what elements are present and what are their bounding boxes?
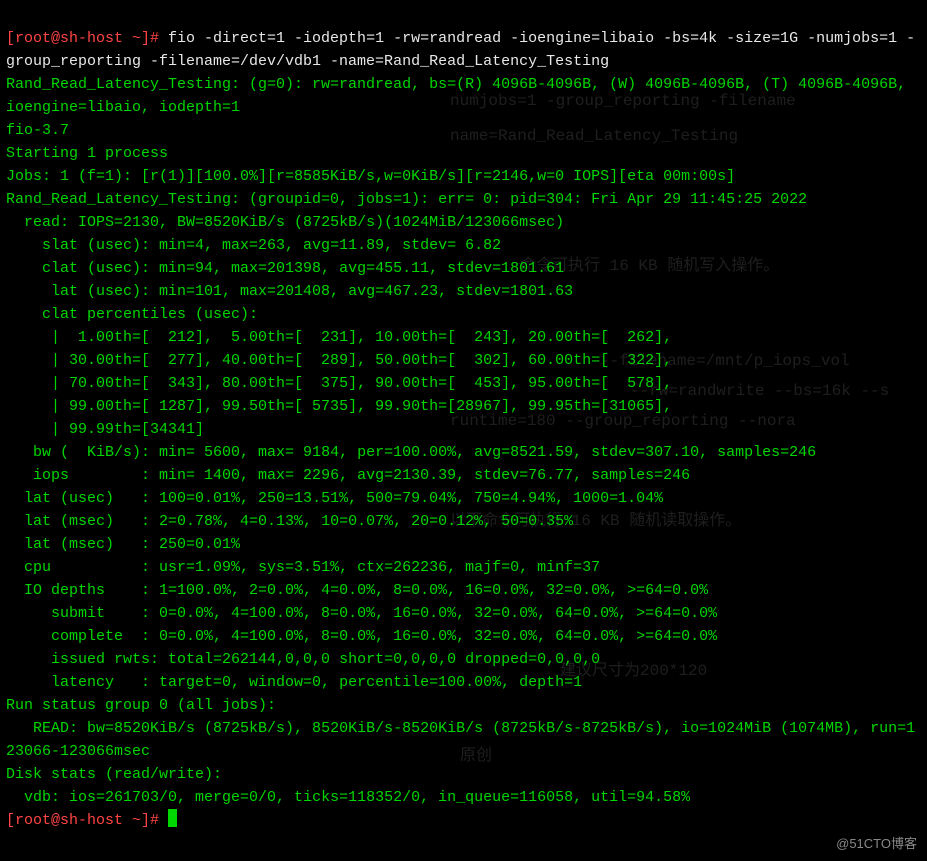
output-line: lat (usec): min=101, max=201408, avg=467… — [6, 280, 921, 303]
output-line: | 99.99th=[34341] — [6, 418, 921, 441]
output-line: vdb: ios=261703/0, merge=0/0, ticks=1183… — [6, 786, 921, 809]
output-line: iops : min= 1400, max= 2296, avg=2130.39… — [6, 464, 921, 487]
cursor — [168, 809, 177, 827]
output-line: read: IOPS=2130, BW=8520KiB/s (8725kB/s)… — [6, 211, 921, 234]
output-line: | 70.00th=[ 343], 80.00th=[ 375], 90.00t… — [6, 372, 921, 395]
output-line: complete : 0=0.0%, 4=100.0%, 8=0.0%, 16=… — [6, 625, 921, 648]
output-line: | 1.00th=[ 212], 5.00th=[ 231], 10.00th=… — [6, 326, 921, 349]
output-line: cpu : usr=1.09%, sys=3.51%, ctx=262236, … — [6, 556, 921, 579]
output-line: fio-3.7 — [6, 119, 921, 142]
output-line: Run status group 0 (all jobs): — [6, 694, 921, 717]
output-line: IO depths : 1=100.0%, 2=0.0%, 4=0.0%, 8=… — [6, 579, 921, 602]
shell-prompt: [root@sh-host ~]# — [6, 30, 168, 47]
output-line: | 30.00th=[ 277], 40.00th=[ 289], 50.00t… — [6, 349, 921, 372]
output-line: lat (msec) : 250=0.01% — [6, 533, 921, 556]
output-line: Rand_Read_Latency_Testing: (groupid=0, j… — [6, 188, 921, 211]
output-line: clat (usec): min=94, max=201398, avg=455… — [6, 257, 921, 280]
output-line: submit : 0=0.0%, 4=100.0%, 8=0.0%, 16=0.… — [6, 602, 921, 625]
output-line: latency : target=0, window=0, percentile… — [6, 671, 921, 694]
output-line: | 99.00th=[ 1287], 99.50th=[ 5735], 99.9… — [6, 395, 921, 418]
output-line: Jobs: 1 (f=1): [r(1)][100.0%][r=8585KiB/… — [6, 165, 921, 188]
output-line: issued rwts: total=262144,0,0,0 short=0,… — [6, 648, 921, 671]
output-line: lat (usec) : 100=0.01%, 250=13.51%, 500=… — [6, 487, 921, 510]
output-line: Starting 1 process — [6, 142, 921, 165]
output-line: Rand_Read_Latency_Testing: (g=0): rw=ran… — [6, 73, 921, 119]
shell-prompt-2: [root@sh-host ~]# — [6, 812, 168, 829]
output-line: bw ( KiB/s): min= 5600, max= 9184, per=1… — [6, 441, 921, 464]
watermark: @51CTO博客 — [836, 832, 917, 855]
output-line: Disk stats (read/write): — [6, 763, 921, 786]
output-line: clat percentiles (usec): — [6, 303, 921, 326]
output-line: slat (usec): min=4, max=263, avg=11.89, … — [6, 234, 921, 257]
terminal-output[interactable]: [root@sh-host ~]# fio -direct=1 -iodepth… — [0, 0, 927, 859]
output-line: lat (msec) : 2=0.78%, 4=0.13%, 10=0.07%,… — [6, 510, 921, 533]
output-line: READ: bw=8520KiB/s (8725kB/s), 8520KiB/s… — [6, 717, 921, 763]
